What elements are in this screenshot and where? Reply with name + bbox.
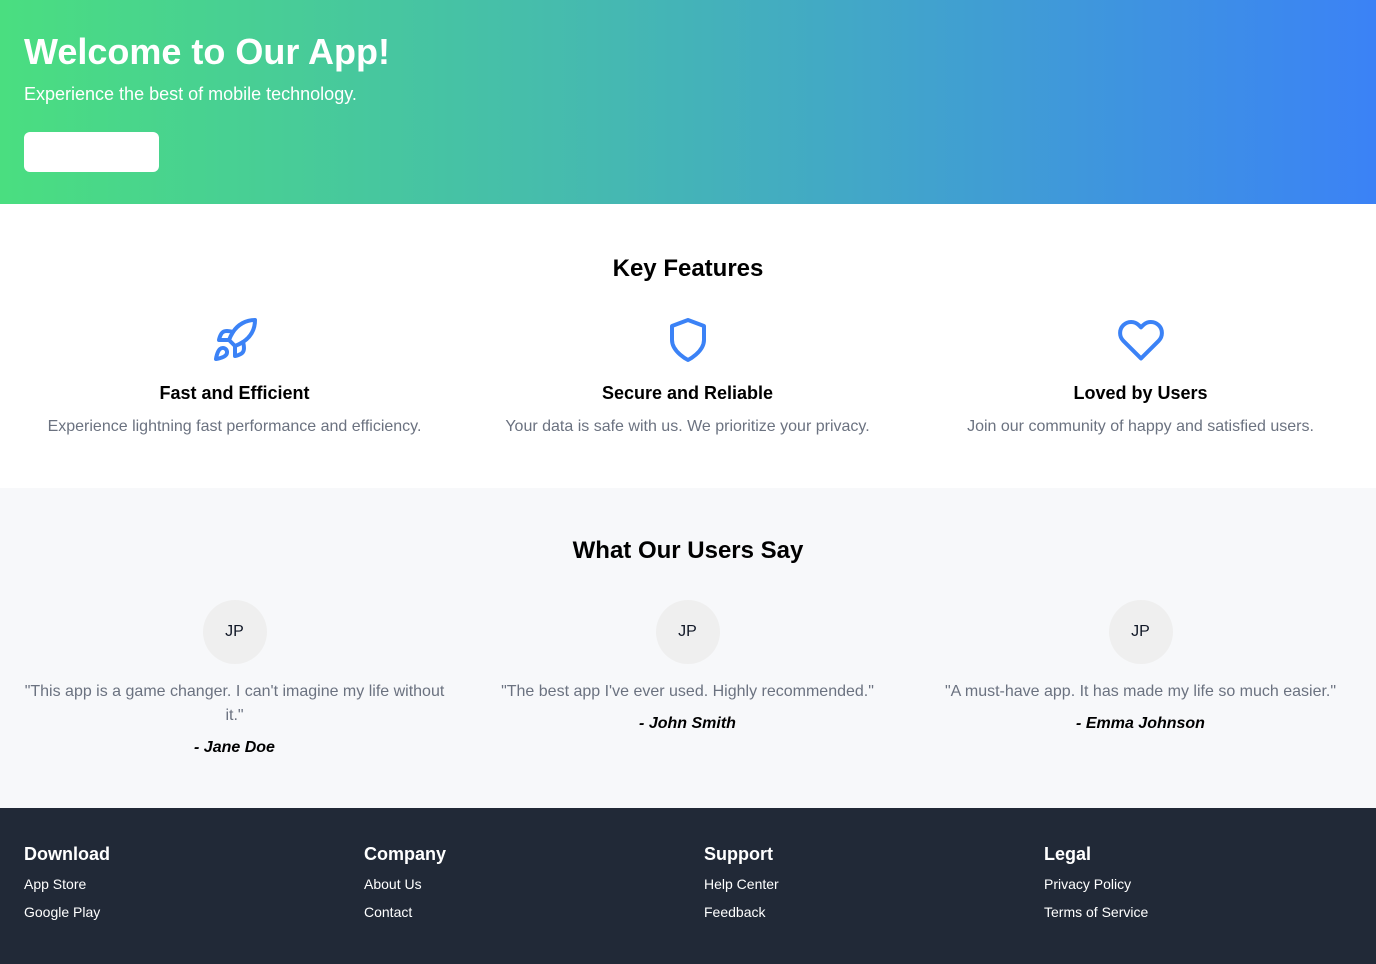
site-footer: Download App Store Google Play Company A…	[0, 808, 1376, 964]
feature-card-secure: Secure and Reliable Your data is safe wi…	[461, 316, 914, 438]
footer-link-terms-of-service[interactable]: Terms of Service	[1044, 903, 1344, 921]
footer-column-support: Support Help Center Feedback	[704, 843, 1004, 931]
feature-title: Loved by Users	[1073, 383, 1208, 403]
testimonial-quote: "The best app I've ever used. Highly rec…	[501, 683, 874, 700]
footer-column-legal: Legal Privacy Policy Terms of Service	[1044, 843, 1344, 931]
testimonials-section: What Our Users Say JP "This app is a gam…	[0, 488, 1376, 808]
testimonial-card: JP "A must-have app. It has made my life…	[914, 600, 1367, 736]
avatar: JP	[202, 600, 267, 664]
footer-link-privacy-policy[interactable]: Privacy Policy	[1044, 875, 1344, 893]
heart-icon	[1117, 320, 1164, 361]
testimonial-author: - John Smith	[639, 715, 736, 732]
hero-cta-button[interactable]	[24, 132, 159, 172]
footer-link-help-center[interactable]: Help Center	[704, 875, 1004, 893]
features-section: Key Features Fast and Efficient Experien…	[0, 204, 1376, 488]
testimonial-author: - Emma Johnson	[1076, 715, 1205, 732]
testimonial-card: JP "This app is a game changer. I can't …	[8, 600, 461, 760]
footer-link-contact[interactable]: Contact	[364, 903, 664, 921]
feature-card-loved: Loved by Users Join our community of hap…	[914, 316, 1367, 438]
footer-link-about-us[interactable]: About Us	[364, 875, 664, 893]
footer-link-feedback[interactable]: Feedback	[704, 903, 1004, 921]
footer-heading: Support	[704, 844, 773, 864]
footer-heading: Company	[364, 844, 447, 864]
footer-column-download: Download App Store Google Play	[24, 843, 324, 931]
footer-heading: Download	[24, 844, 110, 864]
footer-heading: Legal	[1044, 844, 1092, 864]
avatar: JP	[655, 600, 720, 664]
testimonial-card: JP "The best app I've ever used. Highly …	[461, 600, 914, 736]
testimonial-quote: "A must-have app. It has made my life so…	[944, 683, 1337, 700]
testimonials-title: What Our Users Say	[572, 537, 804, 564]
feature-description: Join our community of happy and satisfie…	[967, 418, 1314, 435]
footer-link-app-store[interactable]: App Store	[24, 875, 324, 893]
hero-section: Welcome to Our App! Experience the best …	[0, 0, 1376, 204]
feature-card-fast: Fast and Efficient Experience lightning …	[8, 316, 461, 438]
features-title: Key Features	[612, 255, 764, 282]
footer-link-google-play[interactable]: Google Play	[24, 903, 324, 921]
feature-title: Secure and Reliable	[601, 383, 774, 403]
avatar: JP	[1108, 600, 1173, 664]
hero-subtitle: Experience the best of mobile technology…	[24, 84, 357, 104]
feature-description: Your data is safe with us. We prioritize…	[505, 418, 870, 435]
footer-column-company: Company About Us Contact	[364, 843, 664, 931]
shield-icon	[669, 318, 706, 362]
testimonial-quote: "This app is a game changer. I can't ima…	[24, 683, 445, 724]
hero-title: Welcome to Our App!	[24, 31, 391, 72]
testimonial-author: - Jane Doe	[194, 739, 275, 756]
feature-description: Experience lightning fast performance an…	[47, 418, 422, 435]
rocket-icon	[213, 317, 257, 361]
feature-title: Fast and Efficient	[159, 383, 310, 403]
